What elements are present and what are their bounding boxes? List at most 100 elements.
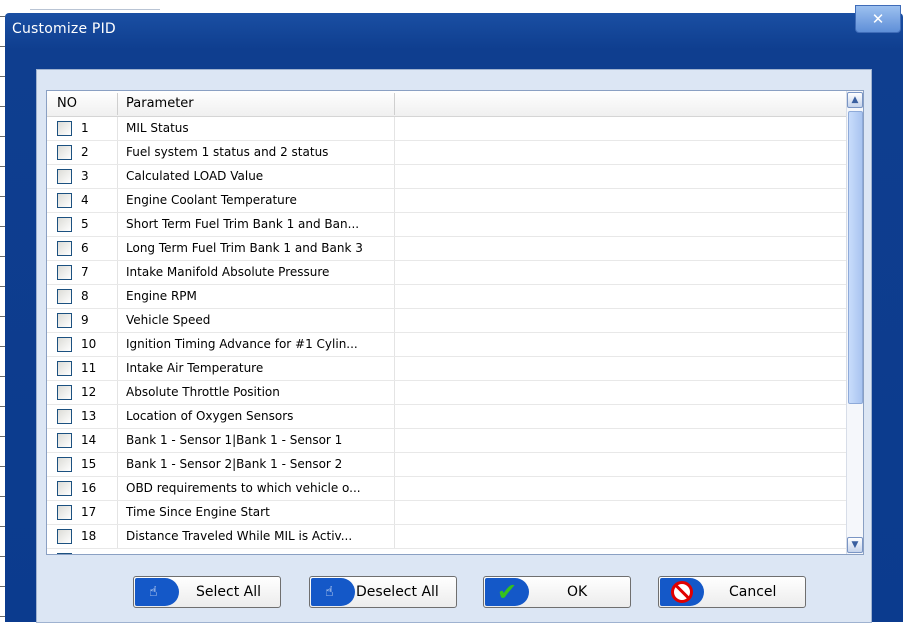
column-divider [394,405,395,428]
row-checkbox[interactable] [57,337,72,352]
column-divider [394,285,395,308]
column-divider [117,213,118,236]
row-checkbox[interactable] [57,241,72,256]
scroll-up-button[interactable]: ▲ [847,92,863,108]
table-row[interactable]: 7 Intake Manifold Absolute Pressure [47,261,847,285]
row-number: 13 [81,409,97,423]
scroll-down-button[interactable]: ▼ [847,537,863,553]
column-divider [394,141,395,164]
row-checkbox[interactable] [57,553,72,554]
dialog-content-panel: NO Parameter 1 MIL Status 2 Fuel system 1 s… [36,69,872,623]
table-row[interactable]: 12 Absolute Throttle Position [47,381,847,405]
row-checkbox[interactable] [57,409,72,424]
no-entry-icon [660,578,704,606]
table-row[interactable]: 18 Distance Traveled While MIL is Activ..… [47,525,847,549]
deselect-all-label: Deselect All [356,584,439,600]
row-checkbox[interactable] [57,385,72,400]
table-row[interactable]: 15 Bank 1 - Sensor 2|Bank 1 - Sensor 2 [47,453,847,477]
row-checkbox[interactable] [57,529,72,544]
row-checkbox[interactable] [57,169,72,184]
column-divider [117,309,118,332]
row-checkbox[interactable] [57,193,72,208]
row-number: 17 [81,505,97,519]
column-divider [117,405,118,428]
column-divider [117,477,118,500]
row-checkbox[interactable] [57,313,72,328]
pointing-hand-icon: ☝ [311,578,355,606]
row-number: 6 [81,241,89,255]
column-divider [394,429,395,452]
row-checkbox[interactable] [57,505,72,520]
checkmark-icon: ✔ [485,578,529,606]
cancel-label: Cancel [729,584,777,600]
column-divider [394,261,395,284]
row-checkbox[interactable] [57,217,72,232]
table-row[interactable]: 2 Fuel system 1 status and 2 status [47,141,847,165]
column-divider [117,165,118,188]
row-number: 5 [81,217,89,231]
column-divider [394,525,395,548]
table-row[interactable]: 9 Vehicle Speed [47,309,847,333]
column-divider [117,141,118,164]
chevron-down-icon: ▼ [851,540,859,550]
select-all-button[interactable]: ☝ Select All [133,576,281,608]
table-row-partial[interactable] [47,549,847,554]
column-divider [394,189,395,212]
column-divider[interactable] [117,93,118,115]
ok-label: OK [567,584,588,600]
scrollbar-thumb[interactable] [848,111,863,404]
table-row[interactable]: 3 Calculated LOAD Value [47,165,847,189]
deselect-all-button[interactable]: ☝ Deselect All [309,576,457,608]
row-parameter: Absolute Throttle Position [126,385,280,399]
column-divider [394,453,395,476]
table-row[interactable]: 10 Ignition Timing Advance for #1 Cylin..… [47,333,847,357]
column-divider [117,357,118,380]
table-row[interactable]: 5 Short Term Fuel Trim Bank 1 and Ban... [47,213,847,237]
column-divider [394,309,395,332]
row-checkbox[interactable] [57,121,72,136]
column-divider [394,333,395,356]
row-parameter: OBD requirements to which vehicle o... [126,481,361,495]
row-number: 1 [81,121,89,135]
column-header-no[interactable]: NO [57,91,77,116]
table-row[interactable]: 13 Location of Oxygen Sensors [47,405,847,429]
vertical-scrollbar[interactable]: ▲ ▼ [846,91,863,554]
row-parameter: MIL Status [126,121,189,135]
close-icon: ✕ [871,10,885,28]
table-row[interactable]: 16 OBD requirements to which vehicle o... [47,477,847,501]
table-row[interactable]: 1 MIL Status [47,117,847,141]
row-number: 2 [81,145,89,159]
row-checkbox[interactable] [57,265,72,280]
row-number: 3 [81,169,89,183]
row-parameter: Engine RPM [126,289,197,303]
ok-button[interactable]: ✔ OK [483,576,631,608]
row-parameter: Calculated LOAD Value [126,169,264,183]
column-divider [117,381,118,404]
row-checkbox[interactable] [57,457,72,472]
row-number: 8 [81,289,89,303]
chevron-up-icon: ▲ [851,95,859,105]
row-checkbox[interactable] [57,481,72,496]
row-checkbox[interactable] [57,433,72,448]
table-row[interactable]: 17 Time Since Engine Start [47,501,847,525]
cancel-button[interactable]: Cancel [658,576,806,608]
table-row[interactable]: 11 Intake Air Temperature [47,357,847,381]
column-header-parameter[interactable]: Parameter [126,91,194,116]
column-divider [394,357,395,380]
table-row[interactable]: 4 Engine Coolant Temperature [47,189,847,213]
row-number: 16 [81,481,97,495]
row-checkbox[interactable] [57,145,72,160]
row-checkbox[interactable] [57,361,72,376]
row-checkbox[interactable] [57,289,72,304]
column-divider[interactable] [394,93,395,115]
row-parameter: Long Term Fuel Trim Bank 1 and Bank 3 [126,241,363,255]
row-parameter: Distance Traveled While MIL is Activ... [126,529,353,543]
column-divider [394,117,395,140]
close-button[interactable]: ✕ [855,5,901,33]
column-divider [117,261,118,284]
table-row[interactable]: 8 Engine RPM [47,285,847,309]
column-divider [394,477,395,500]
row-number: 7 [81,265,89,279]
table-row[interactable]: 14 Bank 1 - Sensor 1|Bank 1 - Sensor 1 [47,429,847,453]
table-row[interactable]: 6 Long Term Fuel Trim Bank 1 and Bank 3 [47,237,847,261]
